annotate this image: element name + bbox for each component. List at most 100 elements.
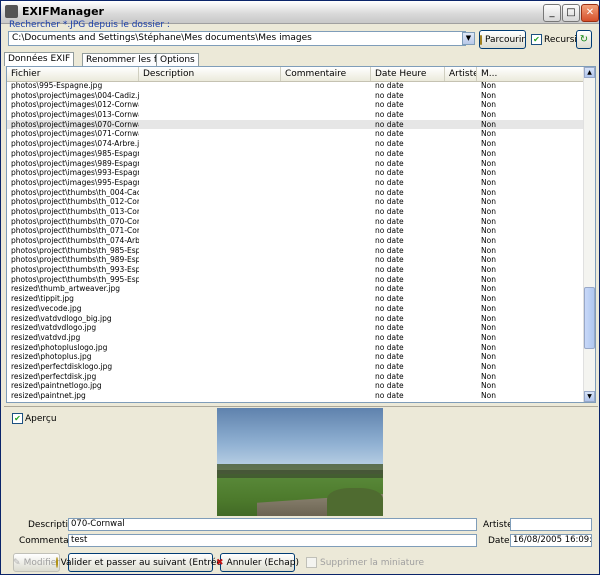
table-row[interactable]: resized\vecode.jpg no date Non: [7, 304, 585, 314]
browse-button[interactable]: Parcourir: [479, 30, 526, 49]
table-row[interactable]: resized\paintnetlogo.jpg no date Non: [7, 381, 585, 391]
column-header-comment[interactable]: Commentaire: [281, 67, 371, 81]
table-row[interactable]: photos\project\images\985-Espagne.jpg no …: [7, 149, 585, 159]
table-row[interactable]: resized\photopluslogo.jpg no date Non: [7, 343, 585, 353]
column-header-datetime[interactable]: Date Heure: [371, 67, 445, 81]
file-cell: photos\project\images\013-Cornwal.jpg: [11, 110, 139, 120]
modify-button[interactable]: ✎ Modifier: [13, 553, 60, 572]
close-button[interactable]: ✕: [581, 4, 599, 22]
preview-checkbox[interactable]: ✔: [12, 413, 23, 424]
datetime-cell: no date: [375, 148, 404, 158]
datetime-cell: no date: [375, 226, 404, 236]
table-row[interactable]: photos\project\thumbs\th_012-Cornw... no …: [7, 197, 585, 207]
column-header-artist[interactable]: Artiste: [445, 67, 477, 81]
artist-field[interactable]: [510, 518, 592, 531]
delete-thumbnail-label: Supprimer la miniature: [320, 557, 425, 568]
file-cell: resized\perfectdisk.jpg: [11, 371, 97, 381]
scroll-up-icon[interactable]: ▲: [584, 67, 595, 78]
table-row[interactable]: photos\995-Espagne.jpg no date Non: [7, 81, 585, 91]
m-cell: Non: [481, 168, 496, 178]
smiley-icon: [55, 557, 58, 568]
search-folder-label: Rechercher *.JPG depuis le dossier :: [9, 20, 170, 30]
table-row[interactable]: photos\project\thumbs\th_995-Espag... no …: [7, 275, 585, 285]
datetime-cell: no date: [375, 197, 404, 207]
file-cell: resized\paintnetlogo.jpg: [11, 381, 102, 391]
m-cell: Non: [481, 342, 496, 352]
m-cell: Non: [481, 255, 496, 265]
file-cell: resized\photoplus.jpg: [11, 352, 92, 362]
chevron-down-icon[interactable]: ▼: [462, 32, 475, 45]
folder-path-combobox[interactable]: C:\Documents and Settings\Stéphane\Mes d…: [8, 31, 466, 46]
delete-thumbnail-checkbox[interactable]: [306, 557, 317, 568]
refresh-button[interactable]: ↻: [576, 30, 592, 49]
table-row[interactable]: photos\project\images\074-Arbre.jpg no da…: [7, 139, 585, 149]
table-row[interactable]: photos\project\images\013-Cornwal.jpg no …: [7, 110, 585, 120]
datetime-cell: no date: [375, 401, 445, 402]
file-cell: photos\project\images\012-Cornwal.jpg: [11, 100, 139, 110]
table-row[interactable]: resized\tippit.jpg no date Non: [7, 294, 585, 304]
pencil-icon: ✎: [13, 557, 21, 568]
validate-next-button[interactable]: Valider et passer au suivant (Entrée): [55, 553, 225, 572]
table-row[interactable]: photos\project\images\071-Cornwal.jpg no …: [7, 129, 585, 139]
recursive-checkbox[interactable]: ✔: [531, 34, 542, 45]
table-row[interactable]: resized\vatdvdlogo_big.jpg no date Non: [7, 314, 585, 324]
table-row[interactable]: photos\project\images\012-Cornwal.jpg no …: [7, 100, 585, 110]
table-row[interactable]: photos\project\images\989-Espagne.jpg no …: [7, 159, 585, 169]
validate-next-button-label: Valider et passer au suivant (Entrée): [60, 557, 226, 568]
column-header-file[interactable]: Fichier: [7, 67, 139, 81]
delete-thumbnail-option[interactable]: Supprimer la miniature: [306, 557, 424, 568]
table-row[interactable]: resized\photoplus.jpg no date Non: [7, 352, 585, 362]
datetime-cell: no date: [375, 265, 404, 275]
scroll-thumb[interactable]: [584, 287, 595, 349]
maximize-button[interactable]: □: [562, 4, 580, 22]
table-row[interactable]: photos\project\images\995-Espagne.jpg no …: [7, 178, 585, 188]
m-cell: Non: [481, 284, 496, 294]
file-cell: photos\project\thumbs\th_071-Cornw...: [11, 226, 139, 236]
m-cell: Non: [481, 158, 496, 168]
table-scrollbar[interactable]: ▲ ▼: [583, 67, 595, 402]
minimize-button[interactable]: _: [543, 4, 561, 22]
table-row[interactable]: resized\perfectdisklogo.jpg no date Non: [7, 362, 585, 372]
table-row[interactable]: photos\project\thumbs\th_013-Cornw... no …: [7, 207, 585, 217]
table-row[interactable]: photos\project\thumbs\th_989-Espag... no …: [7, 255, 585, 265]
tab-options[interactable]: Options: [156, 53, 199, 66]
description-field[interactable]: 070-Cornwal: [68, 518, 477, 531]
table-row[interactable]: resized\vatdvdlogo.jpg no date Non: [7, 323, 585, 333]
comments-field[interactable]: test: [68, 534, 477, 547]
date-field[interactable]: 16/08/2005 16:09:34: [510, 534, 592, 547]
datetime-cell: no date: [375, 245, 404, 255]
datetime-cell: no date: [375, 81, 404, 90]
file-cell: photos\project\images\985-Espagne.jpg: [11, 148, 139, 158]
table-row[interactable]: resized\thumb_artweaver.jpg no date Non: [7, 284, 585, 294]
files-table[interactable]: Fichier Description Commentaire Date Heu…: [6, 66, 596, 403]
m-cell: Non: [481, 361, 496, 371]
recursive-option[interactable]: ✔ Recursif: [531, 34, 580, 45]
cancel-button[interactable]: ✖ Annuler (Echap): [216, 553, 299, 572]
column-header-description[interactable]: Description: [139, 67, 281, 81]
table-row[interactable]: photos\project\thumbs\th_993-Espag... no …: [7, 265, 585, 275]
table-row[interactable]: resized\vatdvd.jpg no date Non: [7, 333, 585, 343]
table-row[interactable]: photos\project\images\004-Cadiz.jpg no da…: [7, 91, 585, 101]
m-cell: Non: [481, 381, 496, 391]
scroll-down-icon[interactable]: ▼: [584, 391, 595, 402]
m-cell: Non: [481, 401, 511, 402]
tab-exif-data[interactable]: Données EXIF: [4, 52, 75, 66]
table-row[interactable]: photos\project\images\993-Espagne.jpg no …: [7, 168, 585, 178]
preview-option[interactable]: ✔ Aperçu: [12, 413, 57, 424]
table-row[interactable]: photos\project\thumbs\th_070-Cornw... no …: [7, 217, 585, 227]
table-row[interactable]: resized\paintnet.jpg no date Non: [7, 391, 585, 401]
browse-button-label: Parcourir: [484, 34, 526, 45]
table-row[interactable]: photos\project\thumbs\th_074-Arbre.jpg no…: [7, 236, 585, 246]
table-row[interactable]: resized\pageplus.jpg no date Non: [7, 401, 585, 402]
m-cell: Non: [481, 216, 496, 226]
table-row[interactable]: photos\project\thumbs\th_985-Espag... no …: [7, 246, 585, 256]
table-row[interactable]: photos\project\images\070-Cornwal.jpg no …: [7, 119, 585, 130]
window-title: EXIFManager: [22, 5, 104, 18]
file-cell: resized\perfectdisklogo.jpg: [11, 361, 113, 371]
column-header-m[interactable]: M...: [477, 67, 585, 81]
table-row[interactable]: resized\perfectdisk.jpg no date Non: [7, 372, 585, 382]
table-row[interactable]: photos\project\thumbs\th_071-Cornw... no …: [7, 226, 585, 236]
table-row[interactable]: photos\project\thumbs\th_004-Cadiz.jpg no…: [7, 188, 585, 198]
m-cell: Non: [481, 148, 496, 158]
file-cell: resized\tippit.jpg: [11, 294, 74, 304]
